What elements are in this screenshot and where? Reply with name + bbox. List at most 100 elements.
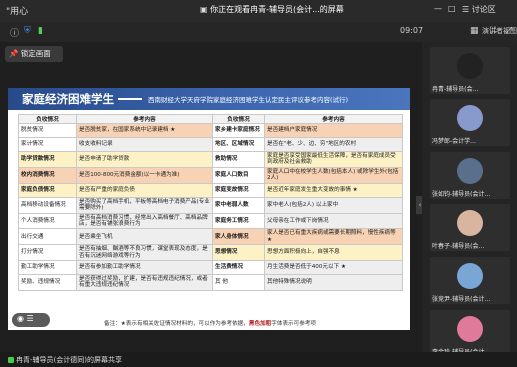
table-cell: 是否脱贫家，在国家系统中记录建档 ★: [76, 123, 213, 138]
table-cell: 个人消费情况: [18, 212, 77, 230]
speaker-view-button[interactable]: ▦: [470, 26, 479, 36]
table-cell: 是否购买了高档手机，平板等高档电子消费产品(专业需要除外): [76, 196, 213, 214]
header-cell: 参考内容: [264, 114, 403, 124]
table-cell: 出行交通: [18, 228, 77, 246]
table-cell: 家乡建卡家庭情况: [212, 123, 265, 138]
criteria-table: 负收情况 参考内容 负收情况 参考内容 脱贫情况 是否脱贫家，在国家系统中记录建…: [18, 114, 403, 291]
table-row: 脱贫情况 是否脱贫家，在国家系统中记录建档 ★ 家乡建卡家庭情况 是否建档户家庭…: [18, 123, 403, 138]
table-cell: 是否在"老、少、边、穷"地区的农村: [264, 137, 403, 152]
table-cell: 月生活费是否低于400元以下 ★: [264, 260, 403, 276]
table-cell: 打分情况: [18, 244, 77, 262]
table-cell: 是否近年家庭发生重大变故的事情 ★: [264, 182, 403, 198]
table-row: 助学贷款情况 是否申请了助学贷款 救助情况 家庭是否享受国家最低生活保障，是否有…: [18, 151, 403, 168]
header-cell: 参考内容: [76, 114, 213, 124]
slide-title: 家庭经济困难学生: [22, 92, 114, 106]
table-row: 校内消费情况 是否100-800元消费金额(以一卡通为准) 家庭人口数目 家庭人…: [18, 166, 403, 184]
table-cell: 是否100-800元消费金额(以一卡通为准): [76, 166, 213, 184]
table-row: 家庭负债情况 是否有严重的家庭负债 家庭变故情况 是否近年家庭发生重大变故的事情…: [18, 182, 403, 198]
header-cell: 负收情况: [18, 114, 77, 124]
table-cell: 高档移动设备情况: [18, 196, 77, 214]
meeting-timer: 09:07: [400, 26, 424, 35]
top-bar: "用心 ▣ 你正在观看冉青-辅导员(会计...的屏幕 — □ ☰ 讨论区: [0, 0, 517, 22]
table-row: 勤工助学情况 是否有参加勤工助学情况 生活费情况 月生活费是否低于400元以下 …: [18, 260, 403, 276]
slide-banner: 家庭经济困难学生 西南财经大学天府学院家庭经济困难学生认定民主评议参考内容(试行…: [8, 88, 410, 110]
slide-controls[interactable]: ◉ ☰: [12, 313, 50, 327]
lock-view-label: 锁定画面: [20, 49, 51, 58]
table-cell: 奖励、违规情况: [18, 274, 77, 291]
participant-tile[interactable]: 叶春子-辅导员(会...: [430, 204, 510, 251]
table-cell: 家人身体情况: [212, 228, 265, 246]
table-cell: 家人是否已有重大疾病或需要长期照料，慢性疾病等 ★: [264, 228, 403, 246]
table-cell: 家庭务工情况: [212, 212, 265, 230]
table-cell: 是否有参加勤工助学情况: [76, 260, 213, 276]
participant-tile[interactable]: 张如钧-辅导员(会计...: [430, 152, 510, 199]
header-cell: 负收情况: [212, 114, 265, 124]
participant-panel: 冉青-辅导员(会... 冯梦郎-会计学... 张如钧-辅导员(会计... 叶春子…: [422, 42, 517, 357]
table-cell: 思想情况: [212, 244, 265, 262]
slide-note: 备注：★表示有相关佐证情况材料的，可以作为参考依据，黑色加粗字体表示可参考项: [103, 321, 317, 327]
annotate-icon[interactable]: ◉: [17, 314, 24, 323]
participant-tile[interactable]: 冯梦郎-会计学...: [430, 99, 510, 146]
screen-share-status: 冉青-辅导员(会计德同)的屏幕共享: [8, 355, 122, 365]
participant-name: 张如钧-辅导员(会计...: [432, 191, 491, 198]
viewing-notice: ▣ 你正在观看冉青-辅导员(会计...的屏幕: [200, 5, 344, 14]
table-cell: 脱贫情况: [18, 123, 77, 138]
restore-button[interactable]: □: [448, 4, 456, 13]
avatar: [457, 53, 483, 79]
table-row: 奖励、违规情况 是否获得过奖励，扩建，是否有违规违纪情况，或者有重大违规违纪情况…: [18, 274, 403, 291]
participant-name: 冯梦郎-会计学...: [432, 138, 476, 145]
participant-tile[interactable]: 冉青-辅导员(会...: [430, 47, 510, 94]
avatar: [457, 105, 483, 131]
topbar-left-text: "用心: [6, 7, 29, 17]
speaker-view-label[interactable]: 演讲者视图: [482, 26, 517, 36]
table-cell: 是否建档户家庭情况: [264, 123, 403, 138]
table-header-row: 负收情况 参考内容 负收情况 参考内容: [18, 114, 403, 124]
avatar: [457, 316, 483, 342]
discussion-button[interactable]: ☰ 讨论区: [462, 4, 496, 15]
table-cell: 家中老人(包括2人) 以上家中: [264, 196, 403, 214]
avatar: [457, 158, 483, 184]
lock-view-button[interactable]: 📌 锁定画面: [5, 46, 63, 62]
pin-icon: 📌: [9, 49, 19, 58]
table-row: 打分情况 是否有抽烟、酗酒等不良习惯，课堂表现及态度，是否有沉迷网络游戏等行为 …: [18, 244, 403, 262]
table-cell: 地区、区域情况: [212, 137, 265, 152]
meeting-window: "用心 ▣ 你正在观看冉青-辅导员(会计...的屏幕 — □ ☰ 讨论区 ⓘ ⛨…: [0, 0, 517, 367]
share-indicator-icon: [8, 357, 14, 363]
chat-icon: ☰: [462, 5, 472, 14]
table-cell: 勤工助学情况: [18, 260, 77, 276]
table-cell: 是否有抽烟、酗酒等不良习惯，课堂表现及态度，是否有沉迷网络游戏等行为: [76, 244, 213, 262]
menu-icon[interactable]: ☰: [27, 314, 34, 323]
avatar: [457, 263, 483, 289]
table-cell: 家庭是否享受国家最低生活保障，是否有家庭成员受到政府及社会救助: [264, 151, 403, 168]
shared-slide: 家庭经济困难学生 西南财经大学天府学院家庭经济困难学生认定民主评议参考内容(试行…: [8, 88, 410, 330]
table-cell: 思想方面积极向上，自强不息: [264, 244, 403, 262]
shield-icon[interactable]: ⛨: [24, 26, 31, 36]
participant-name: 冉青-辅导员(会...: [432, 86, 479, 93]
title-dash: [118, 98, 142, 100]
meeting-toolbar: ⓘ ⛨ ▮ ⛶ ⤢ ▦ 演讲者视图: [0, 22, 517, 42]
table-cell: 是否有高档消费习惯，经常出入高档餐厅、高档品牌店，是否有铺张浪费行为: [76, 212, 213, 230]
signal-icon[interactable]: ▮: [38, 26, 43, 36]
participant-name: 张竞尹-辅导员(会计...: [432, 296, 491, 303]
table-cell: 家中老弱人数: [212, 196, 265, 214]
slide-subtitle: 西南财经大学天府学院家庭经济困难学生认定民主评议参考内容(试行): [148, 96, 349, 104]
table-cell: 收支收料记录: [76, 137, 213, 152]
table-cell: 助学贷款情况: [18, 151, 77, 168]
participant-tile[interactable]: 李金玲-辅导员(会计...: [430, 310, 510, 357]
bottom-bar: 冉青-辅导员(会计德同)的屏幕共享: [0, 352, 517, 367]
table-cell: 家庭负债情况: [18, 182, 77, 198]
table-cell: 校内消费情况: [18, 166, 77, 184]
table-cell: 其他特殊情况说明: [264, 274, 403, 291]
table-cell: 家庭变故情况: [212, 182, 265, 198]
participant-tile[interactable]: 张竞尹-辅导员(会计...: [430, 257, 510, 304]
table-row: 家计情况 收支收料记录 地区、区域情况 是否在"老、少、边、穷"地区的农村: [18, 137, 403, 152]
chevron-left-icon: ‹: [418, 201, 422, 209]
minimize-button[interactable]: —: [434, 4, 442, 13]
table-cell: 其 他: [212, 274, 265, 291]
table-cell: 救助情况: [212, 151, 265, 168]
info-icon[interactable]: ⓘ: [10, 26, 19, 39]
table-cell: 是否乘坐飞机: [76, 228, 213, 246]
avatar: [457, 210, 483, 236]
table-cell: 家计情况: [18, 137, 77, 152]
table-cell: 是否有严重的家庭负债: [76, 182, 213, 198]
